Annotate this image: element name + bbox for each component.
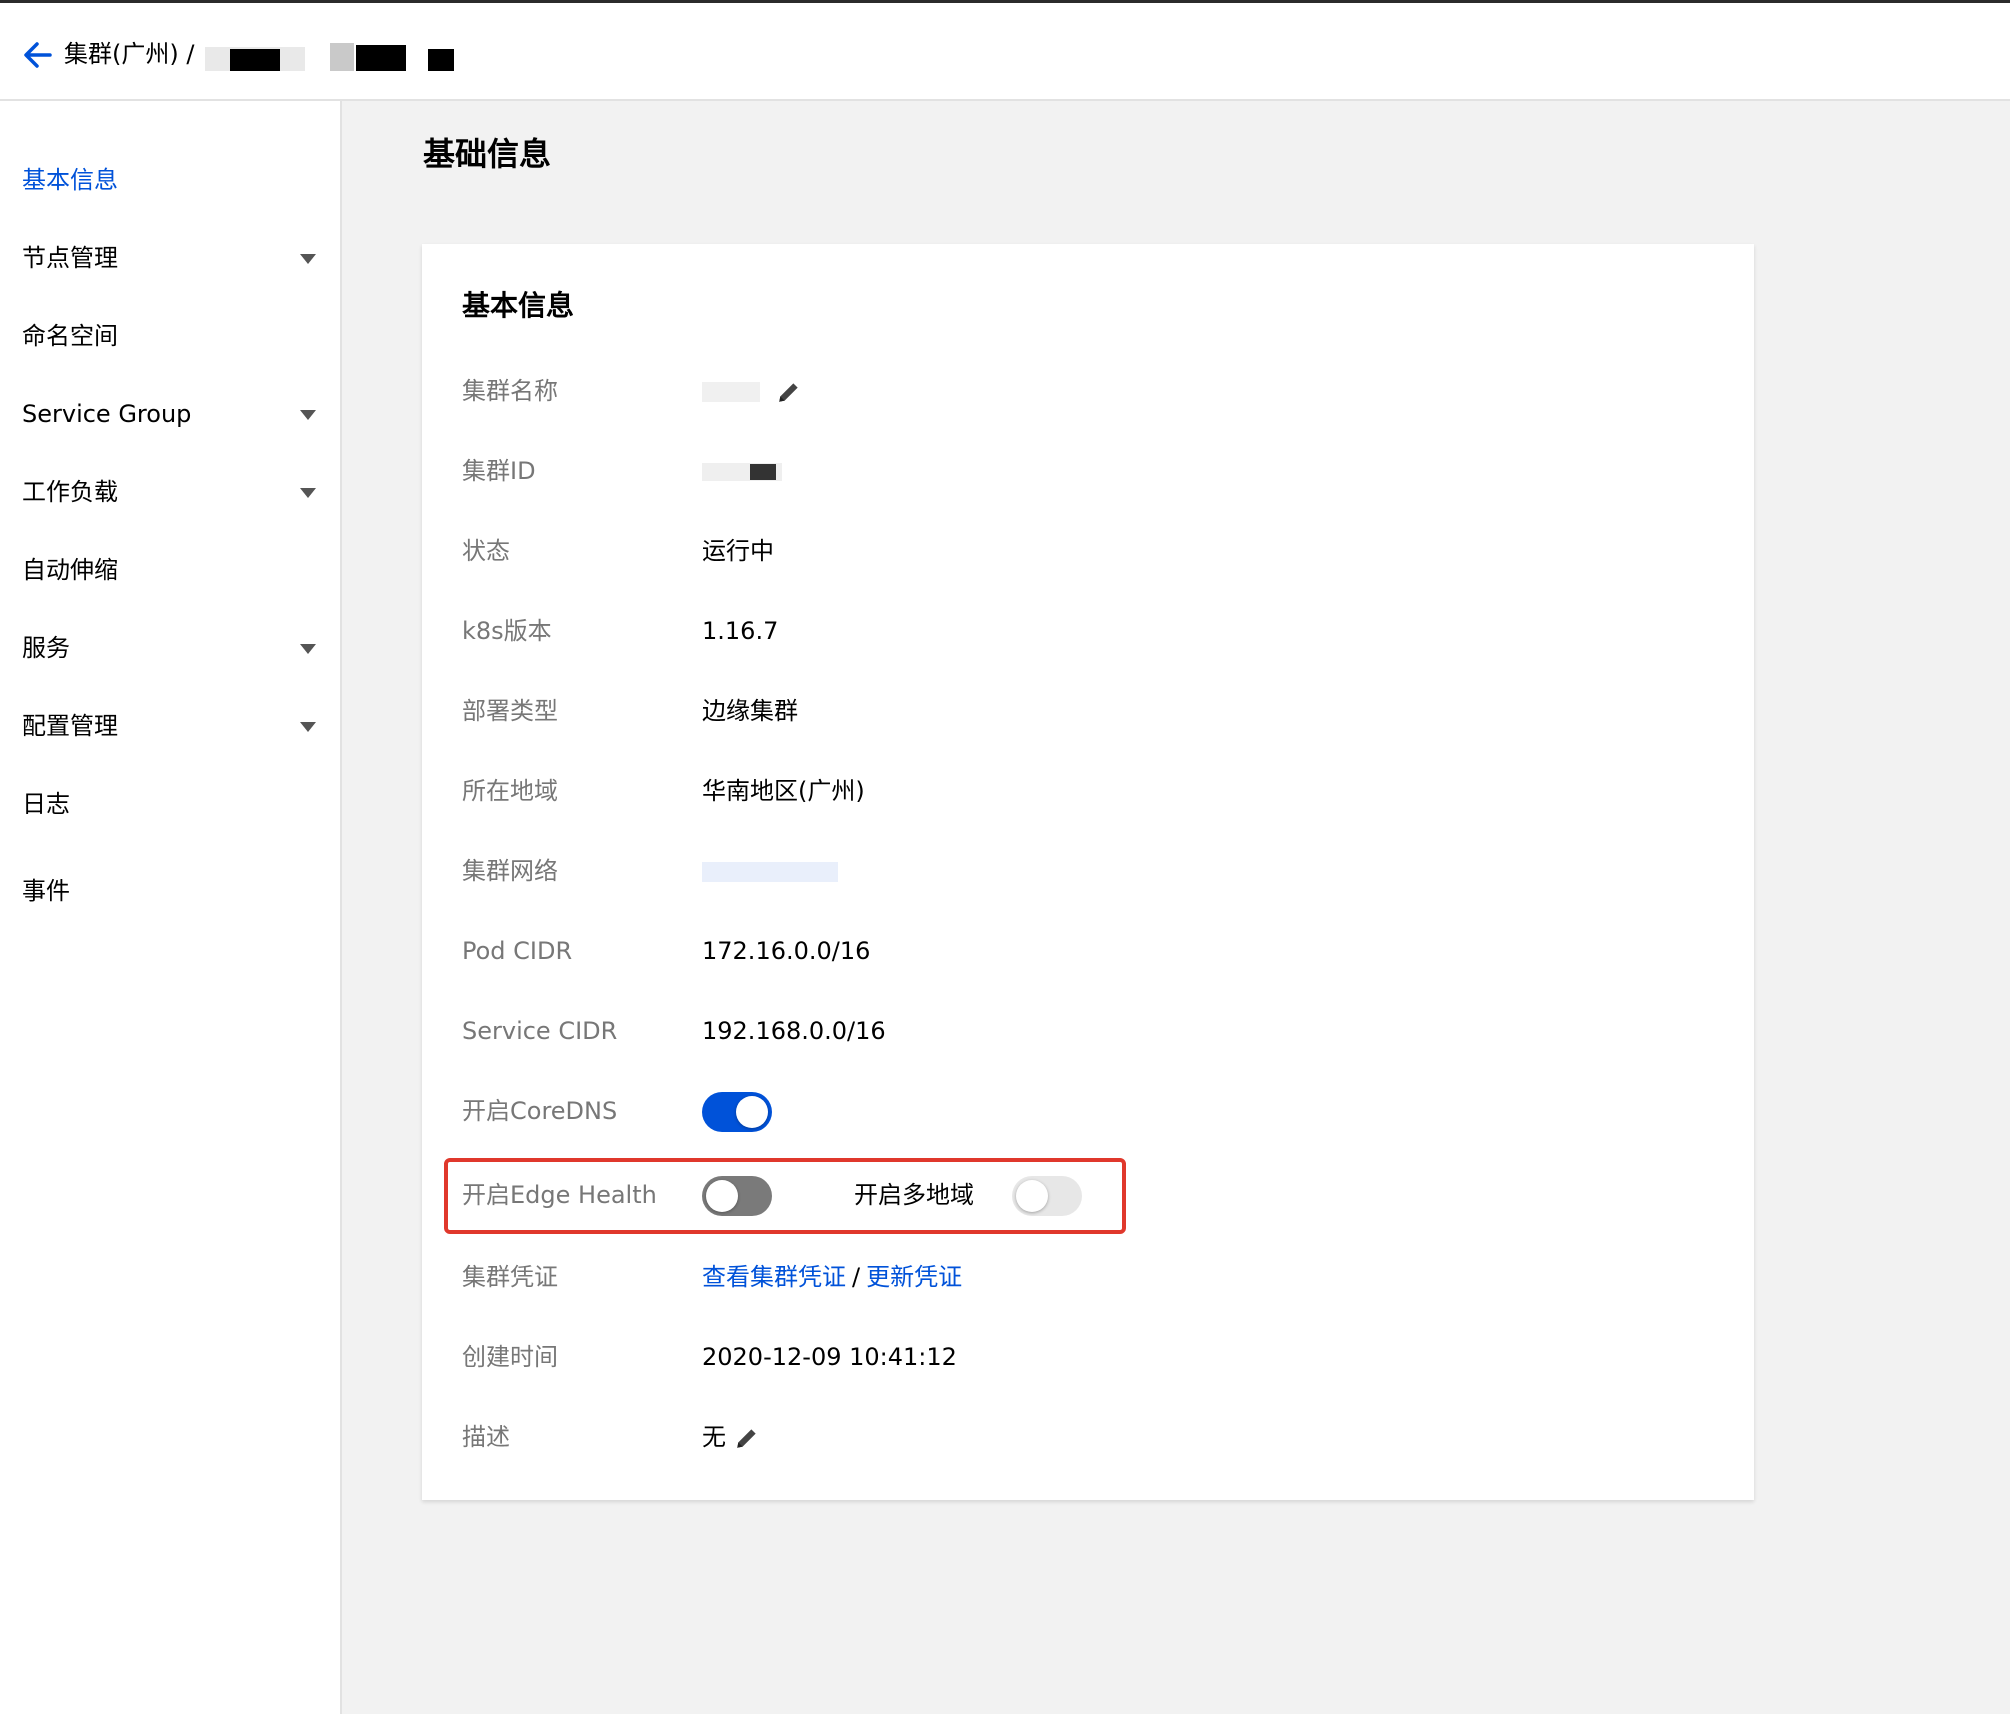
row-label: Service CIDR: [462, 1017, 618, 1045]
caret-down-icon: [300, 722, 316, 732]
sidebar-item-label: 服务: [22, 634, 70, 662]
row-service-cidr: Service CIDR 192.168.0.0/16: [462, 1006, 1702, 1056]
redacted-block: [749, 464, 776, 480]
top-bar: 集群(广州) /: [0, 0, 2010, 101]
row-label: 创建时间: [462, 1343, 558, 1371]
sidebar-item-autoscaling[interactable]: 自动伸缩: [22, 545, 322, 595]
row-deploy-type: 部署类型 边缘集群: [462, 686, 1702, 736]
sidebar-item-label: 工作负载: [22, 478, 118, 506]
sidebar-item-label: 节点管理: [22, 244, 118, 272]
sidebar-item-namespace[interactable]: 命名空间: [22, 311, 322, 361]
redacted-network-link[interactable]: [702, 862, 838, 882]
caret-down-icon: [300, 254, 316, 264]
row-label: 集群ID: [462, 457, 536, 485]
row-value: 查看集群凭证 / 更新凭证: [702, 1252, 962, 1302]
row-value: [702, 366, 802, 416]
update-credentials-link[interactable]: 更新凭证: [866, 1263, 962, 1291]
redacted-cluster-name: [702, 382, 760, 402]
sidebar-item-workload[interactable]: 工作负载: [22, 467, 322, 517]
row-status: 状态 运行中: [462, 526, 1702, 576]
sidebar-item-events[interactable]: 事件: [22, 866, 322, 916]
sidebar-item-services[interactable]: 服务: [22, 623, 322, 673]
row-coredns: 开启CoreDNS: [462, 1086, 1702, 1136]
sidebar-item-label: 日志: [22, 790, 70, 818]
sidebar-item-label: Service Group: [22, 400, 192, 428]
row-cluster-name: 集群名称: [462, 366, 1702, 416]
service-cidr-value: 192.168.0.0/16: [702, 1017, 886, 1045]
row-network: 集群网络: [462, 846, 1702, 896]
row-created-at: 创建时间 2020-12-09 10:41:12: [462, 1332, 1702, 1382]
pencil-icon[interactable]: [734, 1425, 760, 1451]
row-cluster-id: 集群ID: [462, 446, 1702, 496]
sidebar-item-config-management[interactable]: 配置管理: [22, 701, 322, 751]
row-label: 集群凭证: [462, 1263, 558, 1291]
row-label: Pod CIDR: [462, 937, 573, 965]
caret-down-icon: [300, 644, 316, 654]
row-label: 集群名称: [462, 377, 558, 405]
sidebar-item-node-management[interactable]: 节点管理: [22, 233, 322, 283]
row-value: 无: [702, 1412, 760, 1462]
row-label: k8s版本: [462, 617, 552, 645]
row-label: 描述: [462, 1423, 510, 1451]
sidebar-item-label: 配置管理: [22, 712, 118, 740]
row-label: 状态: [462, 537, 510, 565]
row-pod-cidr: Pod CIDR 172.16.0.0/16: [462, 926, 1702, 976]
arrow-left-icon[interactable]: [20, 37, 56, 73]
redacted-block: [428, 49, 454, 71]
sidebar-item-label: 自动伸缩: [22, 556, 118, 584]
k8s-version-value: 1.16.7: [702, 617, 779, 645]
redacted-block: [230, 49, 280, 71]
card-title: 基本信息: [462, 289, 575, 322]
sidebar-item-service-group[interactable]: Service Group: [22, 389, 322, 439]
row-label: 所在地域: [462, 777, 558, 805]
highlight-box: [444, 1158, 1126, 1234]
sidebar-item-label: 命名空间: [22, 322, 118, 350]
breadcrumb[interactable]: 集群(广州) /: [64, 37, 194, 71]
pencil-icon[interactable]: [776, 379, 802, 405]
sidebar-item-label: 基本信息: [22, 166, 118, 194]
sidebar-item-logs[interactable]: 日志: [22, 779, 322, 829]
row-region: 所在地域 华南地区(广州): [462, 766, 1702, 816]
redacted-block: [330, 43, 354, 71]
row-label: 部署类型: [462, 697, 558, 725]
sidebar-item-basic-info[interactable]: 基本信息: [22, 155, 322, 205]
row-description: 描述 无: [462, 1412, 1702, 1462]
toggle-knob: [736, 1096, 768, 1128]
basic-info-card: 基本信息 集群名称 集群ID 状态 运行中 k8s版本 1.16.7 部署类型 …: [422, 244, 1754, 1500]
sidebar-item-label: 事件: [22, 877, 70, 905]
row-label: 集群网络: [462, 857, 558, 885]
page-title: 基础信息: [423, 135, 552, 173]
row-value: [702, 846, 838, 896]
row-credentials: 集群凭证 查看集群凭证 / 更新凭证: [462, 1252, 1702, 1302]
view-credentials-link[interactable]: 查看集群凭证: [702, 1263, 846, 1291]
deploy-type-value: 边缘集群: [702, 697, 798, 725]
status-value: 运行中: [702, 537, 774, 565]
row-label: 开启CoreDNS: [462, 1097, 618, 1125]
row-value: [702, 446, 782, 496]
pod-cidr-value: 172.16.0.0/16: [702, 937, 871, 965]
redacted-block: [356, 45, 406, 71]
created-at-value: 2020-12-09 10:41:12: [702, 1343, 957, 1371]
sidebar: 基本信息 节点管理 命名空间 Service Group 工作负载 自动伸缩 服…: [0, 101, 342, 1714]
coredns-toggle[interactable]: [702, 1092, 772, 1132]
region-value: 华南地区(广州): [702, 777, 865, 805]
link-separator: /: [852, 1263, 861, 1291]
row-k8s-version: k8s版本 1.16.7: [462, 606, 1702, 656]
caret-down-icon: [300, 410, 316, 420]
description-value: 无: [702, 1423, 726, 1451]
caret-down-icon: [300, 488, 316, 498]
